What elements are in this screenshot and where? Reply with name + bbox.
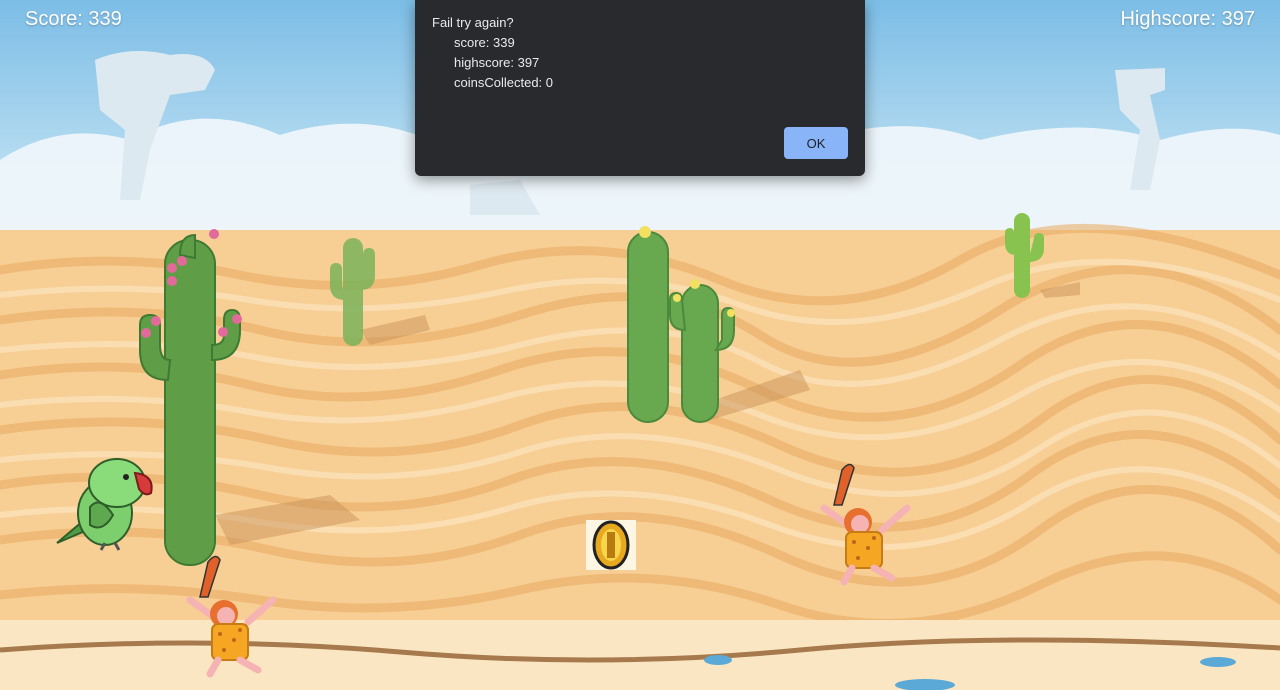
highscore-display: Highscore: 397 (1120, 8, 1255, 30)
score-display: Score: 339 (25, 8, 122, 30)
alert-dialog: Fail try again? score: 339 highscore: 39… (415, 0, 865, 176)
parrot-icon (56, 458, 153, 551)
coin-icon (586, 520, 636, 570)
caveman-icon (186, 555, 277, 678)
caveman-icon (820, 463, 911, 586)
dialog-score-line: score: 339 (454, 35, 515, 50)
dialog-message: Fail try again? score: 339 highscore: 39… (432, 13, 553, 93)
dialog-coins-line: coinsCollected: 0 (454, 75, 553, 90)
ok-button[interactable]: OK (784, 127, 848, 159)
dialog-title: Fail try again? (432, 15, 514, 30)
dialog-highscore-line: highscore: 397 (454, 55, 540, 70)
